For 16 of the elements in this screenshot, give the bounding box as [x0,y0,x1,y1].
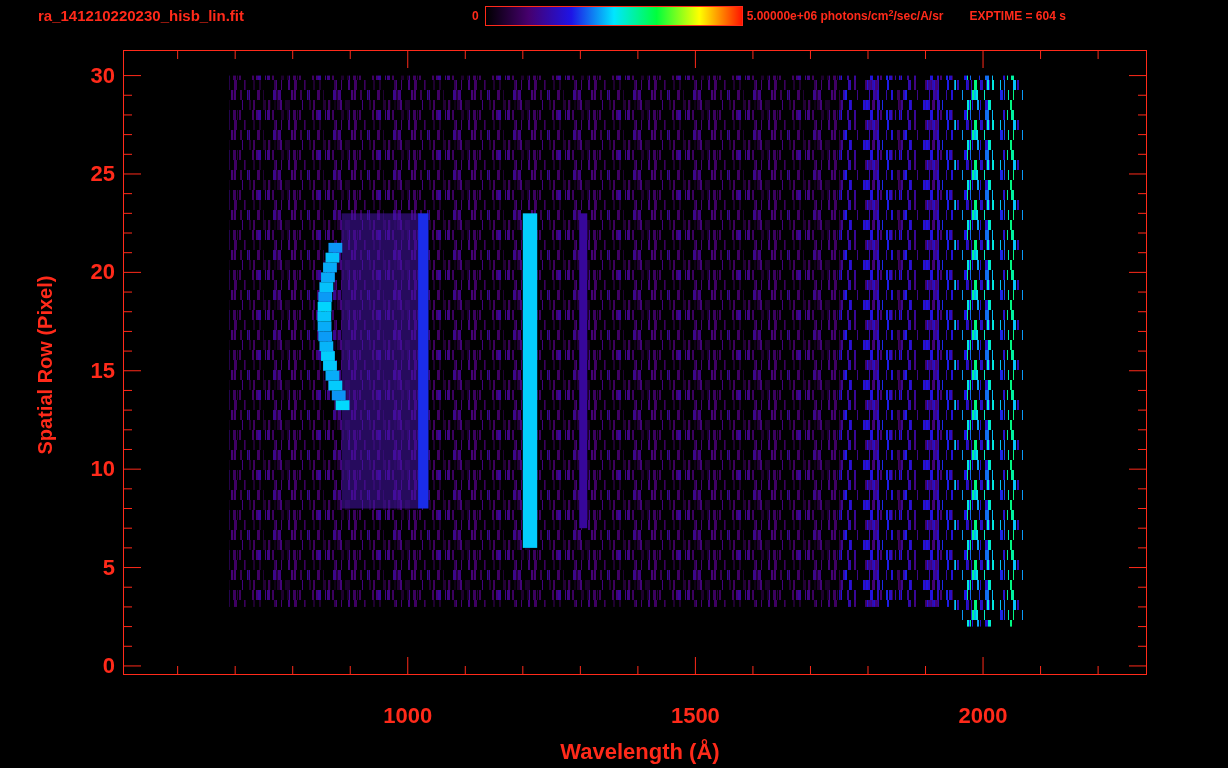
x-axis-label: Wavelength (Å) [559,738,721,766]
file-title: ra_141210220230_hisb_lin.fit [38,5,245,26]
y-axis-label: Spatial Row (Pixel) [33,274,57,457]
y-tick-label: 15 [90,358,115,383]
x-tick-label: 2000 [957,702,1009,730]
colorbar-max-label: 5.00000e+06 photons/cm$^{2}$/sec/A/sr [746,7,944,25]
y-tick-label: 10 [90,457,115,482]
y-tick-label: 20 [90,260,115,285]
x-tick-label: 1000 [382,702,434,730]
y-tick-label: 5 [102,555,115,580]
x-tick-label: 1500 [669,702,721,730]
colorbar-min-label: 0 [472,8,479,25]
y-tick-label: 0 [102,653,115,678]
y-tick-label: 30 [90,63,115,88]
exposure-time: EXPTIME = 604 s [969,8,1066,25]
y-tick-label: 25 [90,161,115,186]
